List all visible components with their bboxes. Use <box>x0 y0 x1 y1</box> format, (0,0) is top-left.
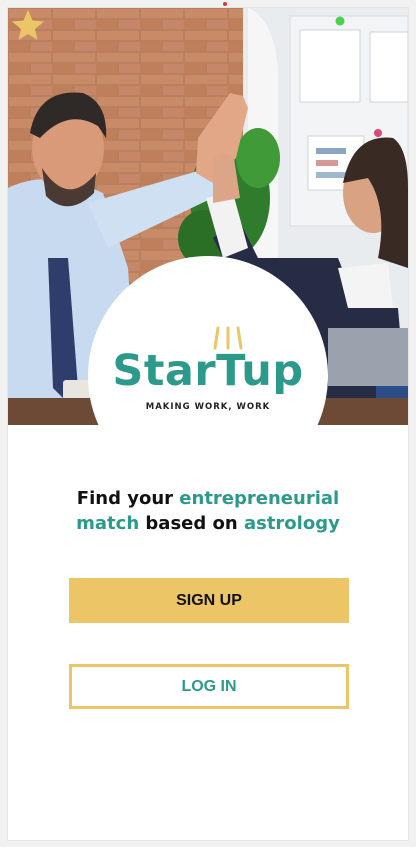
brand-wordmark: StarTup <box>112 346 304 396</box>
app-screen: StarTup MAKING WORK, WORK Find your entr… <box>8 8 408 840</box>
brand-tagline: MAKING WORK, WORK <box>145 402 271 412</box>
headline-text: based on <box>139 513 244 534</box>
top-indicator-dot <box>223 2 227 6</box>
shooting-star-icon <box>12 10 44 40</box>
hero-photo: StarTup MAKING WORK, WORK <box>8 8 408 425</box>
headline-highlight: entrepreneurial <box>179 488 340 509</box>
sign-up-button[interactable]: SIGN UP <box>69 578 349 623</box>
headline-text: Find your <box>76 488 180 509</box>
headline-highlight: astrology <box>243 513 340 534</box>
page-headline: Find your entrepreneurial match based on… <box>48 486 368 536</box>
log-in-button[interactable]: LOG IN <box>69 664 349 709</box>
headline-highlight: match <box>76 513 140 534</box>
